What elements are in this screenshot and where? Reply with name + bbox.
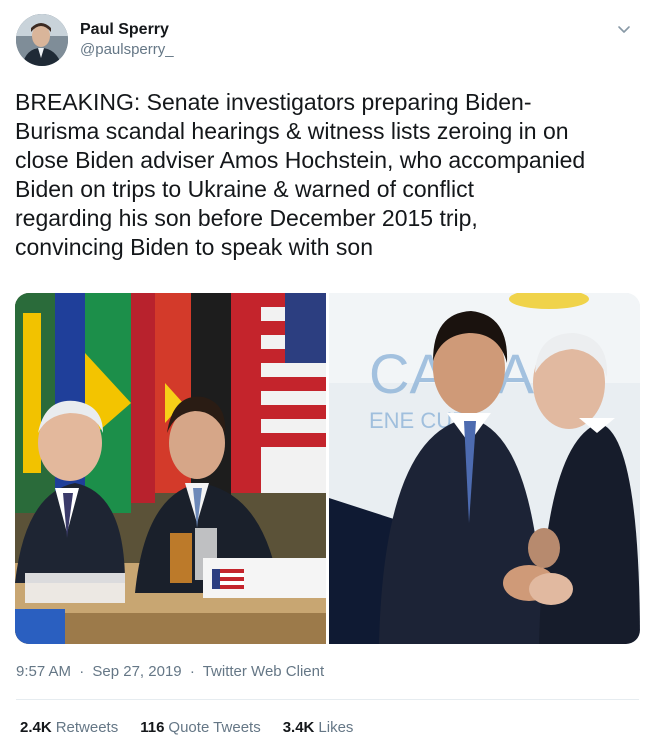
user-block[interactable]: Paul Sperry @paulsperry_ (80, 20, 174, 60)
avatar[interactable] (16, 14, 68, 66)
client-link[interactable]: Twitter Web Client (203, 663, 324, 680)
meta-separator: · (189, 663, 195, 680)
tweet-stats: 2.4K Retweets 116 Quote Tweets 3.4K Likes (20, 718, 353, 738)
quote-tweets-stat[interactable]: 116 Quote Tweets (140, 718, 260, 738)
meta-separator: · (79, 663, 85, 680)
quote-tweets-label: Quote Tweets (168, 719, 261, 736)
tweet-header: Paul Sperry @paulsperry_ (16, 14, 635, 70)
photo-left[interactable] (15, 293, 326, 644)
retweets-label: Retweets (55, 719, 119, 736)
tweet-media[interactable]: CA EAN ENE CUR (15, 293, 640, 644)
retweets-stat[interactable]: 2.4K Retweets (20, 718, 118, 738)
tweet-text: BREAKING: Senate investigators preparing… (15, 89, 586, 260)
likes-stat[interactable]: 3.4K Likes (283, 718, 354, 738)
divider (16, 699, 639, 700)
display-name[interactable]: Paul Sperry (80, 20, 174, 40)
tweet-meta: 9:57 AM · Sep 27, 2019 · Twitter Web Cli… (16, 662, 324, 682)
chevron-down-icon[interactable] (615, 20, 633, 38)
tweet-date[interactable]: Sep 27, 2019 (92, 663, 181, 680)
tweet: Paul Sperry @paulsperry_ BREAKING: Senat… (0, 0, 651, 753)
quote-tweets-count: 116 (140, 719, 165, 736)
likes-label: Likes (318, 719, 354, 736)
retweets-count: 2.4K (20, 719, 52, 736)
likes-count: 3.4K (282, 719, 315, 736)
user-handle[interactable]: @paulsperry_ (80, 40, 174, 60)
tweet-time[interactable]: 9:57 AM (16, 663, 71, 680)
photo-right[interactable]: CA EAN ENE CUR (329, 293, 640, 644)
